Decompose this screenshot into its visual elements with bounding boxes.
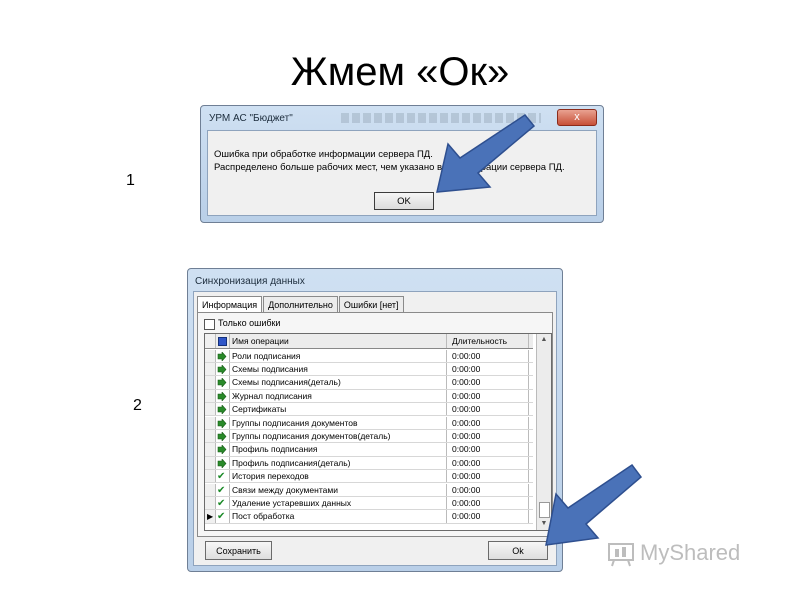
arrow-icon-2 <box>545 463 643 546</box>
myshared-logo-icon <box>608 543 634 567</box>
watermark-text: MyShared <box>640 540 741 565</box>
pointer-arrows <box>436 114 643 546</box>
arrow-icon-1 <box>436 114 536 193</box>
